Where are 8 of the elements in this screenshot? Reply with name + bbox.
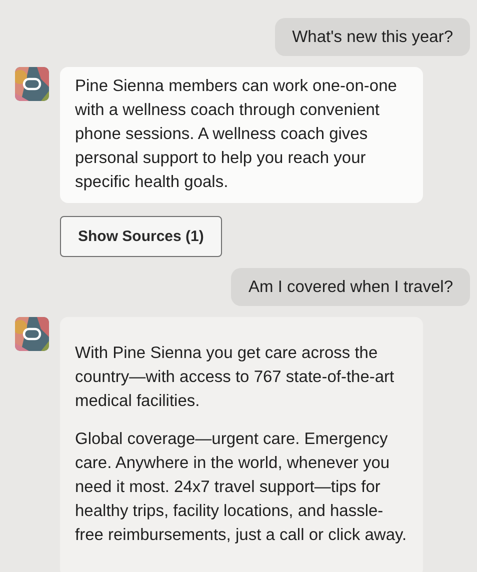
message-text: With Pine Sienna you get care across the country—with access to 767 state-of-the-art medical facilities. xyxy=(75,343,396,412)
show-sources-button[interactable]: Show Sources (1) xyxy=(60,216,222,257)
bot-avatar-icon xyxy=(15,317,49,351)
message-text: Global coverage—urgent care. Emergency care. Anywhere in the world, whenever you need it most. 24x7 travel support—tips for healthy trips, facility locations, and hassle-free reimbursements, just a call or click away. xyxy=(75,429,408,546)
user-message: What's new this year? xyxy=(275,18,470,56)
message-text: Pine Sienna members can work one-on-one with a wellness coach through convenient phone sessions. A wellness coach gives personal support to help you reach your specific health goals. xyxy=(75,76,398,193)
bot-avatar-icon xyxy=(15,67,49,101)
user-message: Am I covered when I travel? xyxy=(231,268,470,306)
